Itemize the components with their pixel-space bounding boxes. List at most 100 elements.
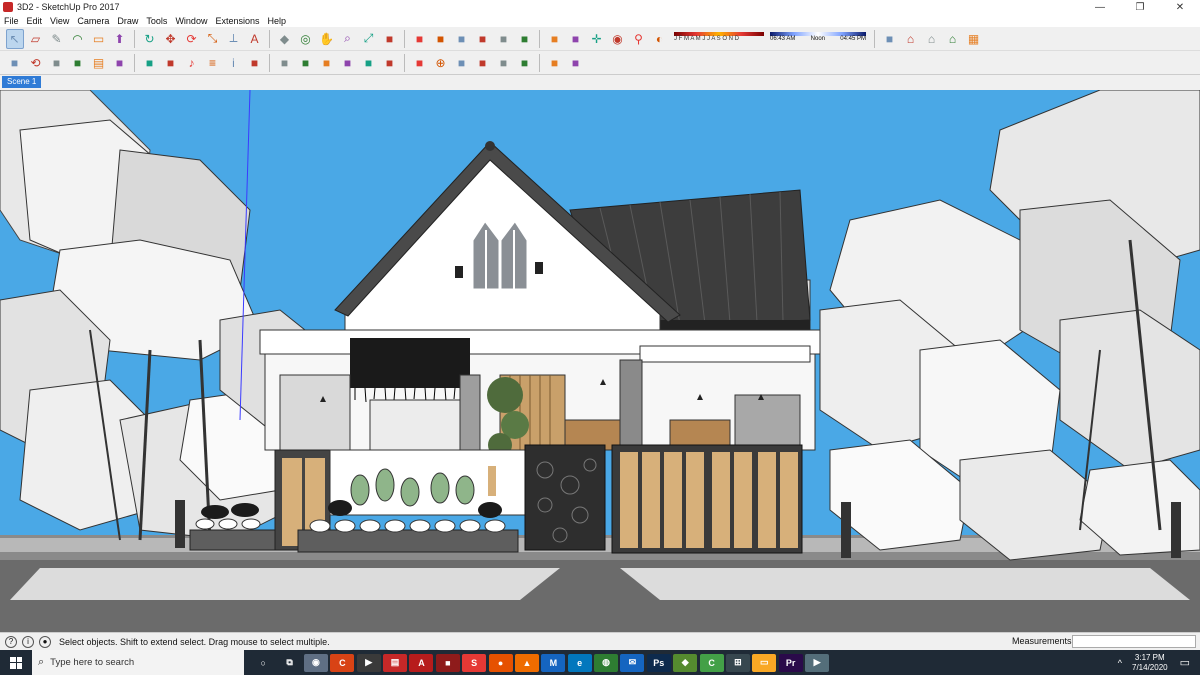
premiere-icon[interactable]: Pr (778, 653, 803, 672)
menu-file[interactable]: File (4, 16, 19, 26)
zoom-icon[interactable]: ⌕ (339, 30, 357, 48)
info-icon[interactable]: i (225, 54, 243, 72)
import-icon[interactable]: ■ (48, 54, 66, 72)
rotate-icon[interactable]: ⟳ (183, 30, 201, 48)
wireframe-icon[interactable]: ■ (474, 30, 492, 48)
menu-view[interactable]: View (50, 16, 69, 26)
video-icon[interactable]: ▶ (805, 653, 830, 672)
follow-me-icon[interactable]: ↻ (141, 30, 159, 48)
garage-icon[interactable]: ▦ (965, 30, 983, 48)
house-icon[interactable]: ⌂ (923, 30, 941, 48)
iso-view-icon[interactable]: ■ (381, 54, 399, 72)
stamp-icon[interactable]: ■ (516, 54, 534, 72)
firefox-icon[interactable]: ● (488, 653, 513, 672)
clock[interactable]: 3:17 PM 7/14/2020 (1132, 653, 1168, 673)
group-icon[interactable]: ■ (411, 30, 429, 48)
tray-chevron-icon[interactable]: ^ (1118, 658, 1122, 668)
vlc-icon[interactable]: ▲ (514, 653, 539, 672)
shadow-month-slider[interactable]: J F M A M J J A S O N D (674, 31, 764, 46)
bottom-view-icon[interactable]: ■ (360, 54, 378, 72)
home-icon[interactable]: ⌂ (902, 30, 920, 48)
taskbar-search[interactable]: ⌕ Type here to search (32, 650, 244, 675)
top-view-icon[interactable]: ■ (339, 54, 357, 72)
photoshop-icon[interactable]: Ps (646, 653, 671, 672)
menu-tools[interactable]: Tools (146, 16, 167, 26)
xray-icon[interactable]: ■ (453, 30, 471, 48)
refresh-icon[interactable]: ⟲ (27, 54, 45, 72)
measurements-input[interactable] (1072, 635, 1196, 648)
flip-edge-icon[interactable]: ■ (567, 54, 585, 72)
user-status-icon[interactable]: ● (39, 635, 51, 648)
menu-draw[interactable]: Draw (117, 16, 138, 26)
left-view-icon[interactable]: ■ (297, 54, 315, 72)
red-app-icon[interactable]: ■ (435, 653, 460, 672)
camera-app-icon[interactable]: ◉ (303, 653, 328, 672)
geo-location-icon[interactable]: ⊕ (432, 54, 450, 72)
pan-icon[interactable]: ✋ (318, 30, 336, 48)
push-pull-icon[interactable]: ⬆ (111, 30, 129, 48)
scene-tab[interactable]: Scene 1 (2, 76, 42, 88)
task-view-icon[interactable]: ⧉ (277, 653, 302, 672)
geo-location-status-icon[interactable]: ? (5, 635, 17, 648)
back-view-icon[interactable]: ■ (276, 54, 294, 72)
close-button[interactable]: ✕ (1160, 0, 1200, 14)
mail-icon[interactable]: ✉ (620, 653, 645, 672)
tape-measure-icon[interactable]: ⟂ (225, 30, 243, 48)
scale-icon[interactable]: ⤡ (204, 30, 222, 48)
axes-icon[interactable]: ✛ (588, 30, 606, 48)
maximize-button[interactable]: ❐ (1120, 0, 1160, 14)
textured-icon[interactable]: ■ (546, 30, 564, 48)
minimize-button[interactable]: — (1080, 0, 1120, 14)
component-icon[interactable]: ■ (381, 30, 399, 48)
notifications-icon[interactable]: ▭ (1180, 656, 1190, 669)
shadow-time-slider[interactable]: 06:43 AM Noon 04:45 PM (770, 31, 866, 46)
arc-icon[interactable]: ◠ (69, 30, 87, 48)
sketchup-icon[interactable]: S (462, 653, 487, 672)
section-icon[interactable]: ■ (432, 30, 450, 48)
paint-bucket-icon[interactable]: ◆ (276, 30, 294, 48)
text-icon[interactable]: A (246, 30, 264, 48)
print-icon[interactable]: ▤ (90, 54, 108, 72)
hidden-line-icon[interactable]: ■ (495, 30, 513, 48)
orbit-icon[interactable]: ◎ (297, 30, 315, 48)
sound-icon[interactable]: ♪ (183, 54, 201, 72)
settings-icon[interactable]: ≡ (204, 54, 222, 72)
select-icon[interactable]: ↖ (5, 28, 24, 49)
drape-icon[interactable]: ■ (495, 54, 513, 72)
style-icon[interactable]: ■ (111, 54, 129, 72)
front-view-icon[interactable]: ■ (246, 54, 264, 72)
perspective-icon[interactable]: ■ (411, 54, 429, 72)
cortana-icon[interactable]: ○ (251, 653, 276, 672)
layer-icon[interactable]: ■ (141, 54, 159, 72)
export-icon[interactable]: ■ (69, 54, 87, 72)
chrome-icon[interactable]: ◍ (594, 653, 619, 672)
menu-extensions[interactable]: Extensions (215, 16, 259, 26)
folder-icon[interactable]: ▭ (752, 653, 777, 672)
menu-help[interactable]: Help (267, 16, 286, 26)
scene-icon[interactable]: ■ (162, 54, 180, 72)
camera-icon[interactable]: ◉ (609, 30, 627, 48)
shaded-icon[interactable]: ■ (516, 30, 534, 48)
zoom-extents-icon[interactable]: ⤢ (360, 30, 378, 48)
shadow-settings-widget[interactable]: J F M A M J J A S O N D 06:43 AM Noon 04:45… (674, 31, 866, 46)
house-outline-icon[interactable]: ⌂ (944, 30, 962, 48)
menu-edit[interactable]: Edit (27, 16, 43, 26)
monochrome-icon[interactable]: ■ (567, 30, 585, 48)
right-view-icon[interactable]: ■ (318, 54, 336, 72)
menu-camera[interactable]: Camera (77, 16, 109, 26)
credits-status-icon[interactable]: i (22, 635, 34, 648)
sandbox-icon[interactable]: ■ (453, 54, 471, 72)
pencil-icon[interactable]: ✎ (48, 30, 66, 48)
walk-icon[interactable]: ⚲ (630, 30, 648, 48)
shadow-icon[interactable]: ◐ (651, 30, 669, 48)
ccleaner-icon[interactable]: C (330, 653, 355, 672)
menu-window[interactable]: Window (175, 16, 207, 26)
nvidia-icon[interactable]: ◆ (673, 653, 698, 672)
eraser-icon[interactable]: ▱ (27, 30, 45, 48)
start-button[interactable] (0, 650, 32, 675)
pdf-icon[interactable]: ▤ (383, 653, 408, 672)
edge-icon[interactable]: e (567, 653, 592, 672)
model-viewport[interactable] (0, 90, 1200, 632)
move-icon[interactable]: ✥ (162, 30, 180, 48)
rectangle-icon[interactable]: ▭ (90, 30, 108, 48)
